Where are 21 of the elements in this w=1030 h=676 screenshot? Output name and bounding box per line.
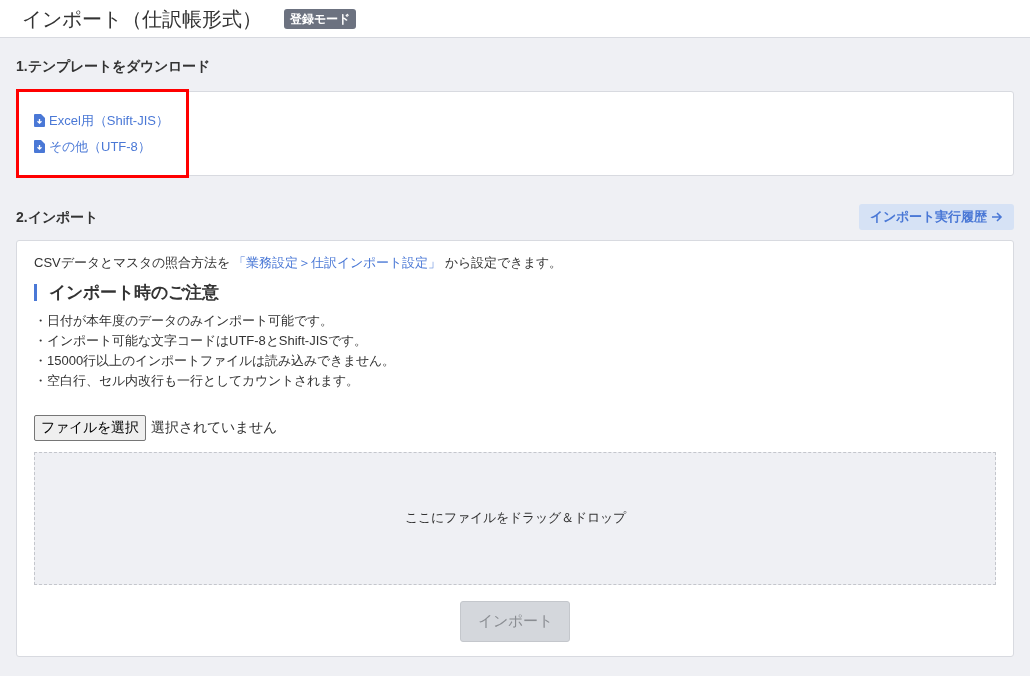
settings-link[interactable]: 「業務設定＞仕訳インポート設定」 <box>233 255 442 270</box>
drop-zone[interactable]: ここにファイルをドラッグ＆ドロップ <box>34 451 996 585</box>
file-download-icon <box>34 139 45 153</box>
section-heading: 1.テンプレートをダウンロード <box>16 57 211 76</box>
download-link[interactable]: その他（UTF-8） <box>34 136 151 156</box>
file-select-button[interactable]: ファイルを選択 <box>34 414 146 441</box>
note-text: ・日付が本年度のデータのみインポート可能です。 <box>34 311 334 330</box>
intro-text: CSVデータとマスタの照合方法を 「業務設定＞仕訳インポート設定」 から設定できます。 <box>34 254 563 272</box>
arrow-right-icon <box>991 211 1003 223</box>
notes-heading: インポート時のご注意 <box>49 281 219 304</box>
mode-badge: 登録モード <box>284 8 356 29</box>
note-text: ・インポート可能な文字コードはUTF-8とShift-JISです。 <box>34 331 368 350</box>
section-heading: 2.インポート <box>16 207 98 227</box>
history-button[interactable]: インポート実行履歴 <box>859 204 1014 230</box>
file-download-icon <box>34 114 45 128</box>
download-link[interactable]: Excel用（Shift-JIS） <box>34 111 169 131</box>
note-text: ・15000行以上のインポートファイルは読み込みできません。 <box>34 351 397 370</box>
heading-bar <box>34 284 37 301</box>
page-title: インポート（仕訳帳形式） <box>22 6 262 32</box>
note-text: ・空白行、セル内改行も一行としてカウントされます。 <box>34 371 360 390</box>
file-status: 選択されていません <box>151 418 277 437</box>
